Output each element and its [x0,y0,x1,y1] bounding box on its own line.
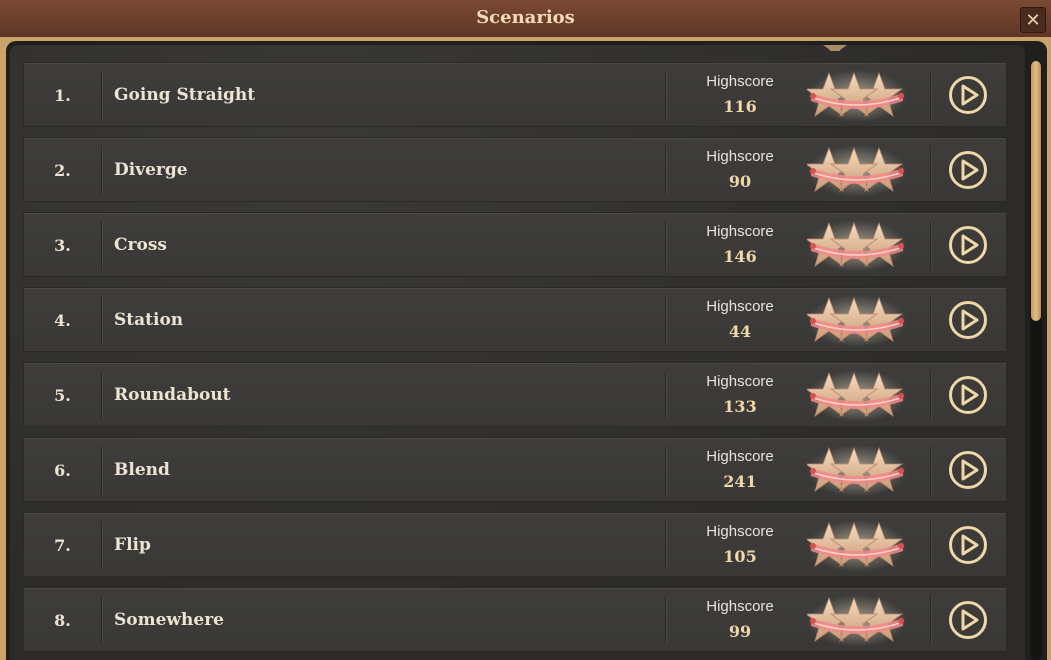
play-button[interactable] [948,300,988,340]
scenario-name: Blend [114,460,170,480]
divider [665,221,666,270]
divider [665,146,666,195]
highscore-label: Highscore [706,223,774,240]
scenario-row[interactable]: 8. Somewhere Highscore 99 [23,587,1007,652]
divider [665,296,666,345]
play-button[interactable] [948,75,988,115]
highscore-label: Highscore [706,73,774,90]
divider [665,596,666,645]
divider [930,371,931,420]
highscore-label: Highscore [706,148,774,165]
highscore-label: Highscore [706,373,774,390]
star-rating-icon [807,220,907,272]
star-rating-icon [807,70,907,122]
star-rating-icon [807,370,907,422]
scenario-list[interactable]: 1. Going Straight Highscore 116 2. Diver… [10,45,1025,660]
divider [930,221,931,270]
scenario-number: 8. [24,596,102,645]
scenario-number: 6. [24,446,102,495]
star-rating-icon [807,295,907,347]
scenario-number: 4. [24,296,102,345]
scenario-name: Going Straight [114,85,256,105]
play-icon [949,376,987,414]
star-rating-icon [807,145,907,197]
star-rating-icon [807,445,907,497]
highscore-label: Highscore [706,298,774,315]
play-icon [949,451,987,489]
scenario-name: Somewhere [114,610,225,630]
highscore-label: Highscore [706,523,774,540]
divider [930,446,931,495]
scenario-row[interactable]: 4. Station Highscore 44 [23,287,1007,352]
divider [665,371,666,420]
window-frame: 1. Going Straight Highscore 116 2. Diver… [0,37,1051,660]
highscore-value: 99 [728,622,752,641]
play-icon [949,301,987,339]
close-icon: ✕ [1025,10,1041,31]
scenario-row[interactable]: 6. Blend Highscore 241 [23,437,1007,502]
highscore-label: Highscore [706,448,774,465]
window-title: Scenarios [476,7,575,28]
scenario-rows: 1. Going Straight Highscore 116 2. Diver… [23,62,1007,660]
highscore-value: 241 [723,472,757,491]
scenario-number: 2. [24,146,102,195]
scenario-name: Cross [114,235,167,255]
highscore-value: 116 [723,97,757,116]
star-rating-icon [807,595,907,647]
divider [665,71,666,120]
star-rating-icon [807,520,907,572]
highscore-value: 90 [728,172,752,191]
play-button[interactable] [948,150,988,190]
scenario-row[interactable]: 1. Going Straight Highscore 116 [23,62,1007,127]
highscore-value: 44 [728,322,752,341]
divider [930,296,931,345]
window-titlebar: Scenarios ✕ [0,0,1051,38]
play-icon [949,76,987,114]
highscore-label: Highscore [706,598,774,615]
scenario-number: 7. [24,521,102,570]
scenario-row[interactable]: 7. Flip Highscore 105 [23,512,1007,577]
divider [930,146,931,195]
scrollbar-thumb[interactable] [1031,61,1041,321]
window-content: 1. Going Straight Highscore 116 2. Diver… [6,41,1047,660]
divider [930,71,931,120]
divider [665,521,666,570]
scenario-number: 1. [24,71,102,120]
scrollbar[interactable] [1030,61,1042,660]
close-button[interactable]: ✕ [1020,7,1046,33]
play-icon [949,151,987,189]
play-icon [949,601,987,639]
scenario-number: 3. [24,221,102,270]
scenario-name: Station [114,310,184,330]
scenario-row[interactable]: 2. Diverge Highscore 90 [23,137,1007,202]
scenario-row[interactable]: 5. Roundabout Highscore 133 [23,362,1007,427]
highscore-value: 105 [723,547,757,566]
scenario-name: Roundabout [114,385,231,405]
divider [930,521,931,570]
divider [930,596,931,645]
play-button[interactable] [948,525,988,565]
play-icon [949,226,987,264]
highscore-value: 133 [723,397,757,416]
play-button[interactable] [948,375,988,415]
scenario-number: 5. [24,371,102,420]
highscore-value: 146 [723,247,757,266]
divider [665,446,666,495]
star-icon [823,45,847,51]
play-button[interactable] [948,450,988,490]
play-button[interactable] [948,600,988,640]
scenario-name: Diverge [114,160,188,180]
play-icon [949,526,987,564]
scenario-row[interactable]: 3. Cross Highscore 146 [23,212,1007,277]
play-button[interactable] [948,225,988,265]
scenario-name: Flip [114,535,151,555]
